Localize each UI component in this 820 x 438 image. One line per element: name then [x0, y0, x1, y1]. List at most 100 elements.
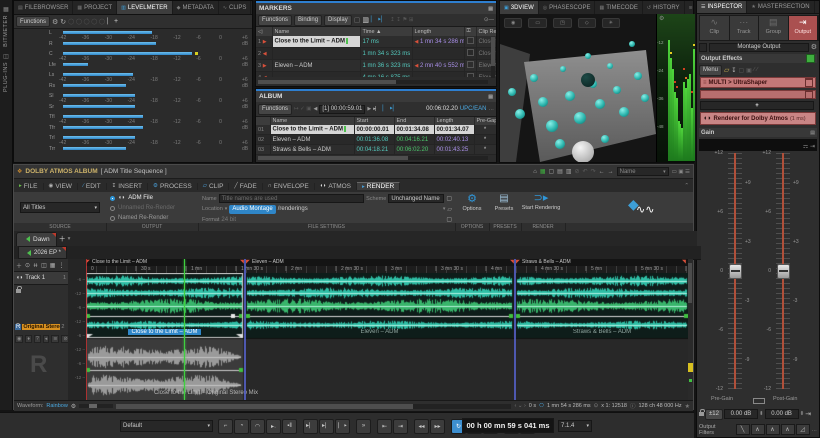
tab-inspector[interactable]: ☰ INSPECTOR [697, 1, 748, 13]
apply-icon[interactable]: ⇥ [805, 410, 811, 418]
col-end[interactable]: End [394, 117, 435, 125]
levelmeter-functions-button[interactable]: Functions [16, 16, 51, 27]
folder-icon[interactable]: ▱ [724, 66, 729, 74]
transport-preset-dropdown[interactable]: Default ▾ [120, 420, 213, 432]
clip-label[interactable]: Close to the Limit – ADM [86, 329, 243, 335]
tab-timecode[interactable]: ▦ TIMECODE [595, 1, 643, 14]
markers-vscrollbar[interactable] [491, 37, 495, 78]
gear-icon[interactable]: ⚙ [811, 43, 817, 51]
options-button[interactable]: ⚙ Options [457, 192, 487, 223]
col-lock[interactable]: ⚿ [464, 27, 477, 36]
ribbon-tab-view[interactable]: ◉ VIEW [44, 182, 78, 190]
clip-label[interactable]: Straws & Bells – ADM [516, 329, 688, 335]
tab-clips[interactable]: ∿ CLIPS [219, 1, 252, 14]
scroll-icons[interactable]: ‹ ⌄ › [514, 403, 525, 409]
playhead[interactable] [184, 259, 185, 400]
bypass-indicator[interactable] [806, 54, 815, 63]
no-edit-icon[interactable]: ⊘ [575, 168, 580, 175]
play-from-marker-icon[interactable]: ▸⎸ [373, 106, 381, 112]
col-length[interactable]: Length [412, 27, 465, 36]
montage-vscrollbar[interactable] [688, 263, 692, 303]
presets-button[interactable]: ▤ Presets [489, 192, 519, 223]
speed-button[interactable]: » [356, 418, 371, 434]
go-end-button[interactable]: ⇥ [393, 418, 408, 434]
add-effect-button[interactable]: + [700, 101, 814, 110]
track2-option-icon[interactable]: ◉ [15, 335, 24, 343]
panel-menu-icon[interactable]: ▤ [488, 94, 493, 100]
zoom-slider[interactable] [79, 404, 114, 408]
scope-button-group[interactable]: ▤ Group [759, 16, 789, 40]
tab-phasescope[interactable]: ◎ PHASESCOPE [539, 1, 596, 14]
montage-doc-tab[interactable]: Dawn [16, 231, 57, 246]
effects-toolbar-icon[interactable]: ↧ [731, 67, 736, 74]
tab-filebrowser[interactable]: ▤ FILEBROWSER [14, 1, 74, 14]
channel-config-dropdown[interactable]: 7.1.4 ▾ [558, 420, 592, 432]
album-hscrollbar[interactable] [258, 156, 488, 160]
source-dropdown[interactable]: All Titles ▾ [20, 202, 100, 213]
markers-binding-button[interactable]: Binding [294, 14, 323, 26]
view-option-button[interactable]: ✳ [601, 18, 620, 28]
output-filter-button[interactable]: ∧ [780, 424, 795, 435]
nav-prev-icon[interactable]: ◀ [314, 106, 318, 112]
play-anchor-button[interactable]: ▸˒ [266, 418, 281, 434]
book-icon[interactable]: ▥ [362, 16, 369, 24]
markers-functions-button[interactable]: Functions [258, 14, 293, 26]
scope-button-output[interactable]: ⇥ Output [788, 16, 818, 40]
new-window-icon[interactable]: ▢ [549, 168, 555, 175]
mixer-icon[interactable]: ⧺ [33, 262, 38, 269]
album-functions-button[interactable]: Functions [258, 103, 293, 115]
album-row[interactable]: 03 Straws & Bells – ADM 00:04:18.21 00:06:0… [256, 144, 496, 155]
ribbon-tab-process[interactable]: ⚙ PROCESS [148, 182, 198, 190]
page-icon[interactable]: ▢ [354, 16, 361, 24]
gear-icon[interactable]: ⚙ [52, 18, 58, 26]
trash-icon[interactable] [805, 90, 813, 99]
effects-toolbar-icon[interactable]: ∕ [754, 67, 755, 73]
pre-gain-value[interactable]: 0.00 dB [723, 409, 758, 419]
output-filter-button[interactable]: ∧ [750, 424, 765, 435]
chevron-down-icon[interactable]: ▾ [443, 206, 446, 212]
jog-shuttle-button[interactable]: ⌐ [218, 418, 233, 434]
effects-toolbar-icon[interactable]: ▢ [738, 67, 744, 74]
col-name[interactable]: Name [272, 27, 361, 36]
stereo-clip-label[interactable]: Close to the Limit – Original Stereo Mix [86, 390, 326, 396]
favorite-star-icon[interactable]: ★ [685, 403, 690, 410]
red-start-line[interactable] [86, 259, 87, 400]
output-option-2[interactable]: Unnamed Re-Render [110, 203, 196, 213]
track2-option-icon[interactable]: ? [33, 335, 41, 343]
track2-option-icon[interactable]: ≋ [51, 335, 60, 343]
tab-history[interactable]: ↺ HISTORY [643, 1, 685, 14]
menu-dots-icon[interactable]: ⋮ [58, 262, 64, 269]
start-rendering-button[interactable]: ⊃▸ Start Rendering [521, 192, 561, 223]
gear-icon[interactable]: ⚙ [71, 403, 76, 410]
location-chip[interactable]: Audio Montage [229, 204, 276, 214]
ribbon-tab-render[interactable]: ▸ RENDER [357, 182, 401, 190]
clip-marker-line[interactable] [514, 259, 516, 400]
markers-hscrollbar[interactable] [258, 80, 488, 84]
folder-icon[interactable]: ▱ [447, 206, 452, 213]
lock-icon[interactable] [699, 409, 705, 416]
track2-option-icon[interactable]: ♦ [25, 335, 32, 343]
tab-analysis[interactable]: ≋ANALYSIS [685, 1, 693, 14]
chevron-down-icon[interactable]: ▾ [225, 206, 228, 212]
ribbon-tab-clip[interactable]: ▱ CLIP [198, 182, 230, 190]
col-name[interactable]: Name [270, 117, 355, 125]
col-ref[interactable]: Clip Reference [476, 27, 496, 36]
link-icon[interactable] [753, 398, 765, 404]
edit-indicator-button[interactable] [688, 363, 693, 372]
output-filter-button[interactable]: ◿ [795, 424, 810, 435]
name-input[interactable]: Title names are used [218, 194, 365, 203]
doc-icon[interactable]: ▢ [446, 195, 452, 202]
view-option-button[interactable]: ◳ [553, 18, 572, 28]
meter-gear-icon[interactable]: ⚙ [659, 15, 664, 22]
rewind-button[interactable]: ◂◂ [414, 418, 429, 434]
dock-item-plug-ins[interactable]: ◫ PLUG-INS [0, 53, 12, 92]
spinner-icon[interactable]: ⬍ [759, 411, 764, 417]
scope-button-track[interactable]: ⋯ Track [729, 16, 759, 40]
clip-tag[interactable]: Straws & Bells – ADM [522, 259, 571, 266]
home-icon[interactable]: ⌂ [533, 169, 537, 175]
clip-tag[interactable]: Eleven – ADM [252, 259, 284, 266]
ribbon-tab-envelope[interactable]: ∩ ENVELOPE [263, 182, 315, 190]
scheme-dropdown[interactable]: Unchanged Name [388, 194, 445, 203]
upc-ean-link[interactable]: UPC/EAN [460, 106, 487, 112]
auto-select-icon[interactable]: ⎸▸⎸ [383, 105, 400, 113]
